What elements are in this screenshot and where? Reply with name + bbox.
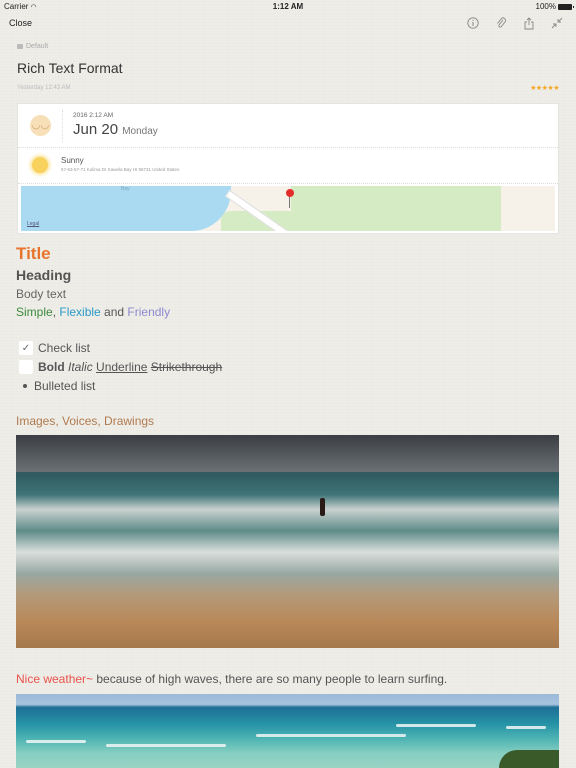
location-address: 57-63-57-71 Kulima Dr Kawela Bay HI 9673… [61, 167, 180, 172]
attachment-icon[interactable] [494, 16, 508, 30]
checklist-label: Check list [38, 341, 91, 355]
folder-name: Default [26, 43, 49, 50]
checklist-item: Bold Italic Underline Strikethrough [19, 360, 222, 374]
strikethrough-text: Strikethrough [150, 360, 223, 374]
battery-icon [558, 3, 574, 10]
photo-caption: Nice weather~ because of high waves, the… [16, 672, 447, 686]
modified-date: Yesterday 12:43 AM [17, 85, 71, 91]
sample-body-text: Body text [16, 287, 67, 301]
map-pin-stick [289, 196, 290, 208]
status-time: 1:12 AM [272, 2, 304, 11]
sample-colored-text: Simple, Flexible and Friendly [16, 305, 170, 319]
sample-heading: Heading [16, 267, 72, 283]
folder-icon [17, 44, 23, 49]
sun-icon [32, 157, 48, 173]
photo-foam [256, 734, 406, 737]
photo-foam [396, 724, 476, 727]
year-time: 2016 2:12 AM [73, 112, 114, 119]
note-info-card: ◡◡ 2016 2:12 AM Jun 20 Monday Sunny 57-6… [17, 103, 559, 234]
bulleted-list-item: Bulleted list [23, 379, 95, 393]
status-bar: Carrier ◠ 1:12 AM 100% [0, 0, 576, 12]
section-label: Images, Voices, Drawings [16, 414, 155, 428]
toolbar-icons [466, 16, 564, 30]
map-pin-icon[interactable] [286, 189, 294, 197]
note-title[interactable]: Rich Text Format [17, 60, 123, 76]
battery-status: 100% [535, 2, 574, 11]
rating-stars[interactable]: ★★★★★ [530, 84, 559, 92]
weather-label: Sunny [61, 156, 84, 165]
and-text: and [100, 305, 128, 319]
photo-foam [26, 740, 86, 743]
date-display[interactable]: Jun 20 Monday [73, 121, 158, 138]
map-legal-link[interactable]: Legal [27, 221, 39, 227]
photo-surfer [320, 498, 325, 516]
location-map[interactable]: Bay Legal [21, 186, 555, 231]
info-icon[interactable] [466, 16, 480, 30]
folder-label[interactable]: Default [17, 43, 48, 50]
collapse-icon[interactable] [550, 16, 564, 30]
weather-row[interactable]: Sunny 57-63-57-71 Kulima Dr Kawela Bay H… [18, 148, 558, 184]
flexible-text: Flexible [59, 305, 101, 319]
nav-bar: Close [0, 12, 576, 36]
smiley-icon[interactable]: ◡◡ [30, 115, 51, 136]
bulleted-text: Bulleted list [34, 379, 96, 393]
day-of-week: Monday [122, 126, 158, 137]
underline-text: Underline [96, 360, 148, 374]
photo-foliage [499, 750, 559, 768]
map-park [291, 186, 501, 231]
checkbox-checked[interactable]: ✓ [19, 341, 33, 355]
date-row: ◡◡ 2016 2:12 AM Jun 20 Monday [18, 104, 558, 148]
caption-highlight: Nice weather~ [16, 672, 94, 686]
share-icon[interactable] [522, 16, 536, 30]
checkbox-unchecked[interactable] [19, 360, 33, 374]
caption-text: because of high waves, there are so many… [93, 672, 448, 686]
bold-text: Bold [38, 360, 65, 374]
map-water [21, 186, 231, 231]
bullet-icon [23, 384, 27, 388]
photo-foam [106, 744, 226, 747]
simple-text: Simple [16, 305, 53, 319]
battery-percent: 100% [535, 2, 556, 11]
ocean-photo[interactable] [16, 694, 559, 768]
surf-photo[interactable] [16, 435, 559, 648]
date-text: Jun 20 [73, 121, 119, 138]
photo-foam [506, 726, 546, 729]
divider [62, 110, 63, 142]
checklist-item: ✓ Check list [19, 341, 90, 355]
map-bay-label: Bay [121, 186, 130, 192]
photo-sky [16, 435, 559, 472]
friendly-text: Friendly [127, 305, 171, 319]
sample-title: Title [16, 244, 51, 263]
italic-text: Italic [68, 360, 93, 374]
close-button[interactable]: Close [9, 18, 32, 28]
